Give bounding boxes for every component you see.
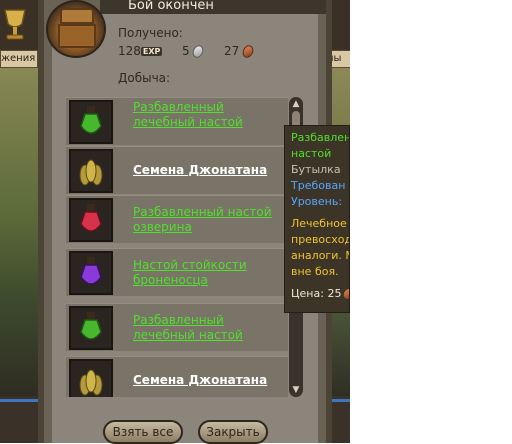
tooltip-price: Цена: 25 [291, 287, 342, 300]
loot-item-name[interactable]: Настой стойкости броненосца [133, 258, 283, 288]
loot-list[interactable]: Разбавленный лечебный настой Семена Джон… [66, 97, 288, 397]
bronze-coin-icon [342, 287, 349, 301]
loot-item[interactable]: Семена Джонатана [66, 146, 288, 194]
loot-item[interactable]: Разбавленный настой озверина [66, 195, 288, 243]
seeds-icon[interactable] [69, 359, 113, 397]
take-all-button[interactable]: Взять все [103, 420, 183, 444]
loot-item-name[interactable]: Разбавленный лечебный настой [133, 313, 283, 343]
seeds-icon[interactable] [69, 149, 113, 193]
silver-reward: 5 [182, 43, 206, 60]
tooltip-desc-1: Лечебное [291, 217, 347, 230]
bronze-reward: 27 [224, 43, 256, 60]
tooltip-level: Уровень: [291, 195, 343, 208]
chest-lid-icon [60, 8, 94, 24]
scroll-down-icon[interactable]: ▼ [291, 385, 301, 395]
exp-badge: EXP [140, 47, 163, 56]
tooltip-requirement: Требован [291, 179, 346, 192]
loot-label: Добыча: [118, 71, 171, 85]
chest-body-icon [58, 24, 96, 48]
tooltip-type: Бутылка [291, 163, 341, 176]
tooltip-title-cont: настой [291, 147, 332, 160]
exp-value: 128 [118, 44, 141, 58]
loot-item[interactable]: Семена Джонатана [66, 356, 288, 397]
tooltip-desc-3: аналоги. М [291, 249, 350, 262]
exp-reward: 128 EXP [118, 44, 163, 58]
silver-value: 5 [182, 44, 190, 58]
loot-item-name[interactable]: Разбавленный настой озверина [133, 205, 283, 235]
bronze-value: 27 [224, 44, 240, 58]
tooltip-desc-2: превосход [291, 233, 350, 246]
goblet-icon[interactable] [2, 8, 28, 42]
loot-item[interactable]: Настой стойкости броненосца [66, 248, 288, 296]
loot-item-name[interactable]: Разбавленный лечебный настой [133, 100, 283, 130]
dialog-title: Бой окончен [100, 0, 326, 14]
green-potion-icon[interactable] [69, 306, 113, 350]
scroll-up-icon[interactable]: ▲ [291, 99, 301, 109]
loot-item-name[interactable]: Семена Джонатана [133, 373, 283, 388]
item-tooltip: Разбавлен настой Бутылка Требован Уровен… [284, 125, 350, 313]
received-label: Получено: [118, 26, 183, 40]
loot-item[interactable]: Разбавленный лечебный настой [66, 303, 288, 351]
loot-item-name[interactable]: Семена Джонатана [133, 163, 283, 178]
tooltip-title: Разбавлен [291, 131, 350, 144]
purple-potion-icon[interactable] [69, 251, 113, 295]
tooltip-desc-4: вне боя. [291, 265, 339, 278]
close-button[interactable]: Закрыть [198, 420, 268, 444]
green-potion-icon[interactable] [69, 100, 113, 144]
red-potion-icon[interactable] [69, 198, 113, 242]
loot-item[interactable]: Разбавленный лечебный настой [66, 97, 288, 145]
side-tab-left[interactable]: жения [0, 50, 38, 68]
